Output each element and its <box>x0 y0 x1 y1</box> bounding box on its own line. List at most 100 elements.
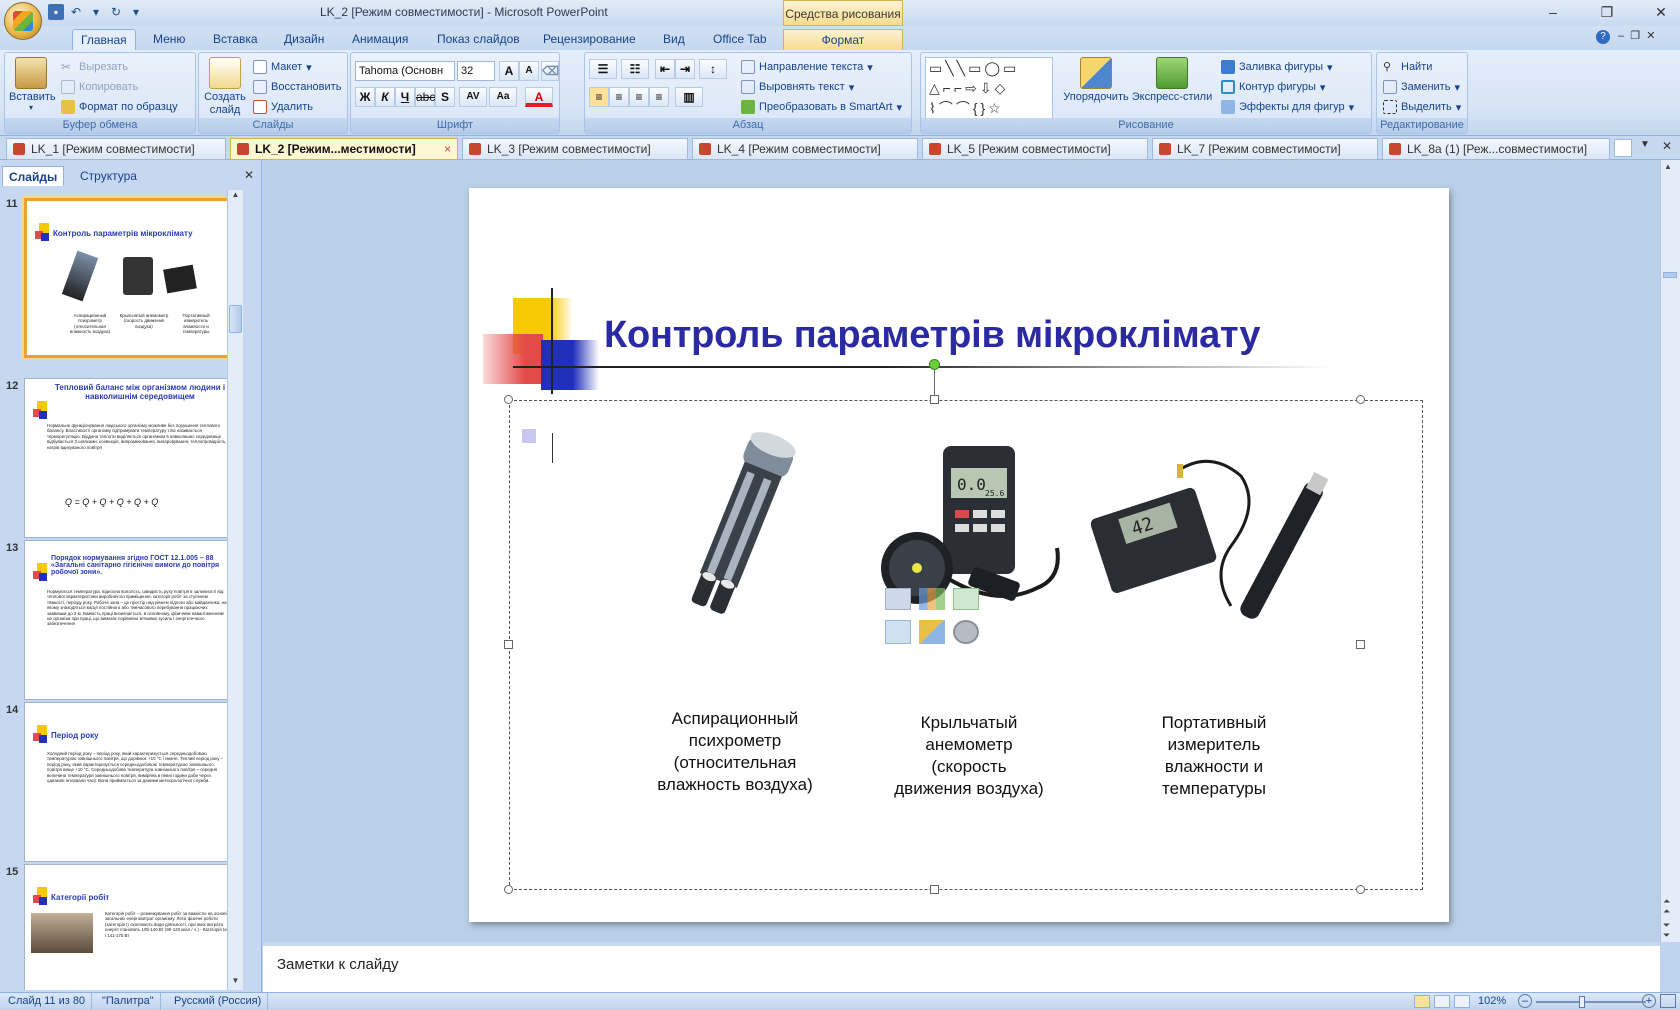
doc-tab[interactable]: LK_8a (1) [Реж...совместимости] <box>1382 138 1610 160</box>
caption-psychrometer[interactable]: Аспирационный психрометр (относительная … <box>649 708 821 796</box>
customize-qat-icon[interactable]: ▾ <box>128 4 144 20</box>
tab-menu[interactable]: Меню <box>145 29 193 50</box>
resize-handle[interactable] <box>930 885 939 894</box>
shape-effects-button[interactable]: Эффекты для фигур ▾ <box>1221 97 1354 117</box>
tab-format[interactable]: Формат <box>783 29 903 50</box>
theme-name[interactable]: "Палитра" <box>96 993 161 1010</box>
scroll-down-icon[interactable]: ▼ <box>228 976 243 990</box>
text-direction-button[interactable]: Направление текста ▾ <box>741 57 873 77</box>
align-center-icon[interactable]: ≡ <box>609 87 629 107</box>
bold-icon[interactable]: Ж <box>355 87 375 107</box>
arrange-button[interactable]: Упорядочить <box>1063 57 1129 103</box>
insert-smartart-icon[interactable] <box>953 588 979 610</box>
delete-slide-button[interactable]: Удалить <box>253 97 313 117</box>
insert-media-icon[interactable] <box>953 620 979 644</box>
scroll-up-icon[interactable]: ▲ <box>1664 162 1672 171</box>
align-right-icon[interactable]: ≡ <box>629 87 649 107</box>
copy-button[interactable]: Копировать <box>61 77 138 97</box>
tab-view[interactable]: Вид <box>655 29 693 50</box>
italic-icon[interactable]: К <box>375 87 395 107</box>
resize-handle[interactable] <box>930 395 939 404</box>
shrink-font-icon[interactable]: A <box>519 61 539 81</box>
close-all-icon[interactable]: ✕ <box>1658 139 1676 157</box>
insert-chart-icon[interactable] <box>919 588 945 610</box>
clear-format-icon[interactable]: ⌫ <box>541 61 559 81</box>
scroll-thumb[interactable] <box>229 305 242 333</box>
tab-outline-pane[interactable]: Структура <box>74 166 143 186</box>
decrease-indent-icon[interactable]: ⇤ <box>655 59 675 79</box>
tab-review[interactable]: Рецензирование <box>535 29 644 50</box>
tab-home[interactable]: Главная <box>72 29 136 50</box>
quick-styles-button[interactable]: Экспресс-стили <box>1131 57 1213 103</box>
slide-canvas[interactable]: Контроль параметрів мікроклімату 0.0 25.… <box>469 188 1449 922</box>
slide-thumbnail-15[interactable]: Категорії робіт Категорія робіт – розмеж… <box>24 864 236 990</box>
smartart-button[interactable]: Преобразовать в SmartArt ▾ <box>741 97 902 117</box>
slide-thumbnail-11[interactable]: Контроль параметрів мікроклімату Аспирац… <box>24 198 236 358</box>
redo-icon[interactable]: ↻ <box>108 4 124 20</box>
caption-hygrometer[interactable]: Портативный измеритель влажности и темпе… <box>1129 712 1299 800</box>
resize-handle[interactable] <box>1356 395 1365 404</box>
char-spacing-icon[interactable]: AV <box>459 87 487 107</box>
increase-indent-icon[interactable]: ⇥ <box>675 59 695 79</box>
doc-tab[interactable]: LK_5 [Режим совместимости] <box>922 138 1148 160</box>
notes-pane[interactable]: Заметки к слайду <box>263 942 1660 992</box>
zoom-out-icon[interactable]: – <box>1518 994 1532 1008</box>
paste-button[interactable]: Вставить ▾ <box>9 57 56 112</box>
fit-to-window-icon[interactable] <box>1660 994 1676 1008</box>
zoom-in-icon[interactable]: + <box>1642 994 1656 1008</box>
resize-handle[interactable] <box>504 395 513 404</box>
slide-sorter-icon[interactable] <box>1434 995 1450 1008</box>
underline-icon[interactable]: Ч <box>395 87 415 107</box>
caption-anemometer[interactable]: Крыльчатый анемометр (скорость движения … <box>883 712 1055 800</box>
slide-thumbnail-12[interactable]: Тепловий баланс між організмом людини і … <box>24 378 236 538</box>
slide-thumbnail-13[interactable]: Порядок нормування згідно ГОСТ 12.1.005 … <box>24 540 236 700</box>
dropdown-icon[interactable]: ▾ <box>88 4 104 20</box>
replace-button[interactable]: Заменить ▾ <box>1383 77 1460 97</box>
grow-font-icon[interactable]: A <box>499 61 519 81</box>
normal-view-icon[interactable] <box>1414 995 1430 1008</box>
close-tab-icon[interactable]: × <box>444 139 451 159</box>
tab-office-tab[interactable]: Office Tab <box>705 29 775 50</box>
office-button[interactable] <box>4 2 42 40</box>
minimize-button[interactable]: – <box>1536 2 1570 22</box>
format-painter-button[interactable]: Формат по образцу <box>61 97 178 117</box>
shape-outline-button[interactable]: Контур фигуры ▾ <box>1221 77 1325 97</box>
doc-tab[interactable]: LK_1 [Режим совместимости] <box>6 138 226 160</box>
save-icon[interactable]: ▪ <box>48 4 64 20</box>
zoom-slider[interactable] <box>1536 1001 1646 1003</box>
slideshow-icon[interactable] <box>1454 995 1470 1008</box>
slide-title[interactable]: Контроль параметрів мікроклімату <box>604 314 1261 357</box>
next-slide-icon[interactable]: ⏷ ⏷ <box>1663 920 1670 940</box>
insert-picture-icon[interactable] <box>885 620 911 644</box>
resize-handle[interactable] <box>504 885 513 894</box>
resize-handle[interactable] <box>1356 885 1365 894</box>
shadow-icon[interactable]: S <box>435 87 455 107</box>
zoom-level[interactable]: 102% <box>1478 993 1506 1010</box>
align-left-icon[interactable]: ≡ <box>589 87 609 107</box>
find-button[interactable]: ⚲ Найти <box>1383 57 1432 77</box>
zoom-slider-knob[interactable] <box>1579 996 1585 1008</box>
slide-scrollbar[interactable]: ▲ ⏶ ⏶ ⏷ ⏷ <box>1660 160 1680 942</box>
tab-animation[interactable]: Анимация <box>344 29 416 50</box>
tab-list-icon[interactable]: ▼ <box>1636 139 1654 157</box>
insert-clipart-icon[interactable] <box>919 620 945 644</box>
bullets-icon[interactable]: ☰ <box>589 59 617 79</box>
doc-tab-active[interactable]: LK_2 [Режим...местимости] × <box>230 138 458 160</box>
columns-icon[interactable]: ▥ <box>675 87 703 107</box>
line-spacing-icon[interactable]: ↕ <box>699 59 727 79</box>
notes-placeholder[interactable]: Заметки к слайду <box>277 956 399 973</box>
resize-handle[interactable] <box>1356 640 1365 649</box>
insert-table-icon[interactable] <box>885 588 911 610</box>
prev-slide-icon[interactable]: ⏶ ⏶ <box>1663 896 1670 916</box>
tab-insert[interactable]: Вставка <box>205 29 266 50</box>
tab-design[interactable]: Дизайн <box>276 29 332 50</box>
select-button[interactable]: Выделить ▾ <box>1383 97 1461 117</box>
rotate-handle[interactable] <box>929 359 940 370</box>
slide-thumbnail-14[interactable]: Період року Холодний період року – періо… <box>24 702 236 862</box>
doc-tab[interactable]: LK_3 [Режим совместимости] <box>462 138 688 160</box>
shapes-gallery[interactable]: ▭╲╲▭◯▭ △⌐⌐⇨⇩◇ ⌇⌒⌒{}☆ <box>925 57 1053 119</box>
change-case-icon[interactable]: Aa <box>489 87 517 107</box>
new-tab-icon[interactable] <box>1614 139 1632 157</box>
new-slide-button[interactable]: Создать слайд <box>203 57 247 117</box>
shape-fill-button[interactable]: Заливка фигуры ▾ <box>1221 57 1333 77</box>
